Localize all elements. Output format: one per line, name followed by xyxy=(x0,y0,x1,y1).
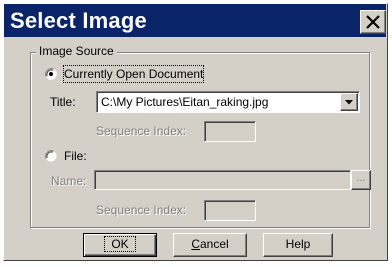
ok-button-label: OK xyxy=(104,236,136,252)
radio-currently-open-document[interactable] xyxy=(45,68,57,80)
title-combobox[interactable]: C:\My Pictures\Eitan_raking.jpg xyxy=(96,91,360,113)
close-icon xyxy=(366,15,380,29)
select-image-dialog: Select Image Image Source Currently Open… xyxy=(0,0,392,267)
title-combobox-value: C:\My Pictures\Eitan_raking.jpg xyxy=(101,95,269,109)
name-field[interactable] xyxy=(94,170,351,190)
help-button-label: Help xyxy=(285,237,311,251)
title-bar[interactable]: Select Image xyxy=(4,4,386,37)
ok-button[interactable]: OK xyxy=(83,233,157,257)
dialog-title: Select Image xyxy=(10,8,147,33)
sequence-index-field-2[interactable] xyxy=(204,200,256,221)
close-button[interactable] xyxy=(360,10,386,34)
sequence-index-label-1: Sequence Index: xyxy=(96,124,187,138)
cancel-button[interactable]: Cancel xyxy=(173,233,247,257)
chevron-down-icon xyxy=(345,100,353,105)
image-source-label: Image Source xyxy=(36,43,117,59)
radio-file[interactable] xyxy=(45,150,57,162)
currently-open-document-label[interactable]: Currently Open Document xyxy=(62,65,205,83)
sequence-index-label-2: Sequence Index: xyxy=(96,203,187,217)
browse-button[interactable]: ... xyxy=(351,170,371,190)
name-label: Name: xyxy=(51,174,87,188)
help-button[interactable]: Help xyxy=(263,233,333,257)
file-label[interactable]: File: xyxy=(64,148,87,164)
title-label: Title: xyxy=(50,95,76,109)
cancel-button-label: Cancel xyxy=(191,237,229,251)
sequence-index-field-1[interactable] xyxy=(204,121,256,142)
title-dropdown-button[interactable] xyxy=(340,93,358,111)
